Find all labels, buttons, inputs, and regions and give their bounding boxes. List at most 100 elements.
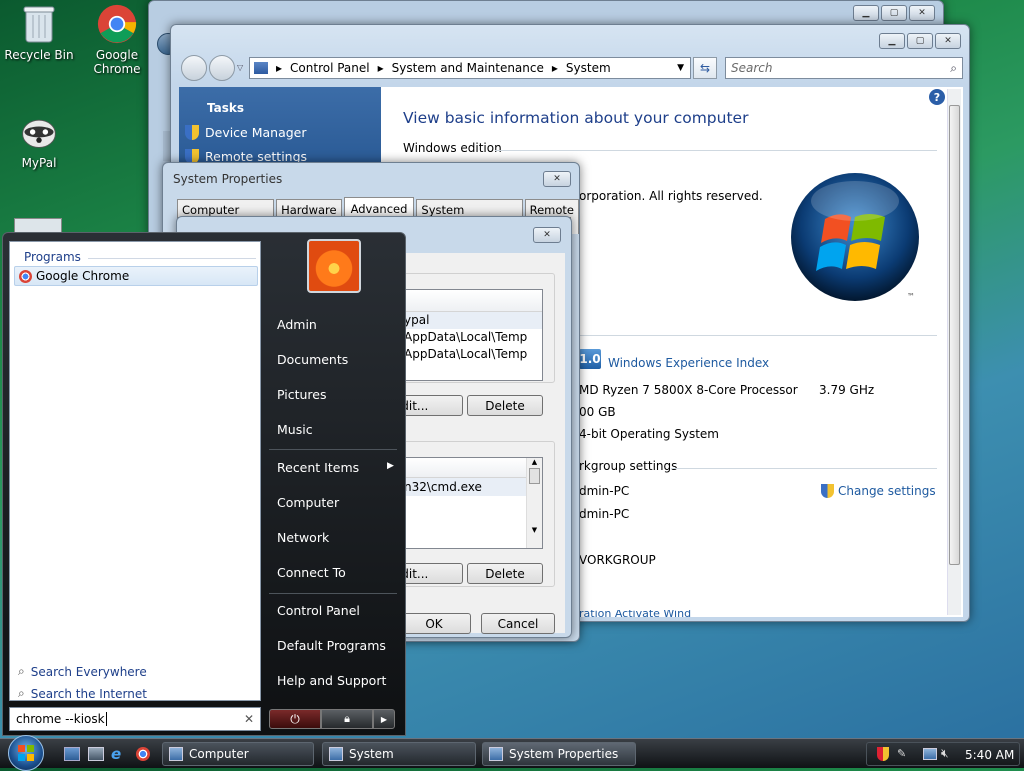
- program-label: Google Chrome: [36, 269, 130, 283]
- search-input[interactable]: Search ⌕: [725, 57, 963, 79]
- show-desktop-icon[interactable]: [64, 747, 80, 761]
- taskbar-button-computer[interactable]: Computer: [162, 742, 314, 766]
- text-cursor: [105, 712, 107, 726]
- desktop-icon-mypal[interactable]: MyPal: [4, 112, 74, 170]
- breadcrumb-separator: ▸: [377, 61, 384, 75]
- start-item-recent-items[interactable]: Recent Items: [277, 460, 359, 475]
- switch-windows-icon[interactable]: [88, 747, 104, 761]
- search-everywhere-link[interactable]: ⌕ Search Everywhere: [18, 664, 147, 679]
- close-button[interactable]: ✕: [935, 33, 961, 49]
- taskbar-button-system-properties[interactable]: System Properties: [482, 742, 636, 766]
- user-picture[interactable]: [307, 239, 361, 293]
- network-icon[interactable]: [923, 748, 937, 760]
- workgroup-value: VORKGROUP: [579, 553, 656, 567]
- start-item-help-support[interactable]: Help and Support: [277, 673, 386, 688]
- start-item-default-programs[interactable]: Default Programs: [277, 638, 386, 653]
- copyright-text: orporation. All rights reserved.: [579, 189, 763, 203]
- breadcrumb-control-panel[interactable]: Control Panel: [290, 61, 370, 75]
- taskbar-button-system[interactable]: System: [322, 742, 476, 766]
- minimize-button[interactable]: ▁: [853, 5, 879, 21]
- address-bar[interactable]: ▸ Control Panel ▸ System and Maintenance…: [249, 57, 691, 79]
- system-delete-button[interactable]: Delete: [467, 563, 543, 584]
- forward-button[interactable]: [209, 55, 235, 81]
- computer-name-value: dmin-PC: [579, 484, 630, 498]
- wei-link[interactable]: Windows Experience Index: [608, 356, 769, 370]
- internet-explorer-icon[interactable]: e: [111, 745, 121, 763]
- system-properties-icon: [489, 747, 503, 761]
- program-item-google-chrome[interactable]: Google Chrome: [14, 266, 258, 286]
- start-search-input[interactable]: chrome --kiosk ✕: [9, 707, 261, 731]
- clock[interactable]: 5:40 AM: [965, 748, 1014, 762]
- search-placeholder: Search: [731, 61, 773, 75]
- content-scrollbar[interactable]: [947, 89, 961, 615]
- ok-button[interactable]: OK: [397, 613, 471, 634]
- control-panel-icon: [254, 62, 268, 74]
- start-item-connect-to[interactable]: Connect To: [277, 565, 346, 580]
- desktop-icon-google-chrome[interactable]: Google Chrome: [82, 4, 152, 76]
- breadcrumb-system-maintenance[interactable]: System and Maintenance: [392, 61, 544, 75]
- user-delete-button[interactable]: Delete: [467, 395, 543, 416]
- desktop-icon-label: Recycle Bin: [4, 48, 74, 62]
- taskbar: e Computer System System Properties ✎ 🔇︎…: [0, 735, 1024, 771]
- close-button[interactable]: ✕: [909, 5, 935, 21]
- computer-window-caption-buttons: ▁ ▢ ✕: [853, 5, 935, 21]
- workgroup-section: rkgroup settings: [579, 459, 678, 473]
- start-item-admin[interactable]: Admin: [277, 317, 317, 332]
- scroll-up-icon[interactable]: ▲: [527, 458, 542, 466]
- taskbar-button-label: System Properties: [509, 747, 619, 761]
- full-name-value: dmin-PC: [579, 507, 630, 521]
- task-device-manager[interactable]: Device Manager: [185, 125, 307, 140]
- section-rule: [495, 150, 937, 151]
- search-icon[interactable]: ⌕: [950, 61, 957, 76]
- cancel-button[interactable]: Cancel: [481, 613, 555, 634]
- lock-button[interactable]: 🔒︎: [321, 709, 373, 729]
- help-icon[interactable]: ?: [929, 89, 945, 105]
- minimize-button[interactable]: ▁: [879, 33, 905, 49]
- close-button[interactable]: ✕: [543, 171, 571, 187]
- start-item-computer[interactable]: Computer: [277, 495, 339, 510]
- scroll-down-icon[interactable]: ▼: [527, 526, 542, 534]
- scrollbar-thumb[interactable]: [949, 105, 960, 565]
- start-item-control-panel[interactable]: Control Panel: [277, 603, 360, 618]
- back-button[interactable]: [181, 55, 207, 81]
- search-internet-link[interactable]: ⌕ Search the Internet: [18, 686, 147, 701]
- maximize-button[interactable]: ▢: [907, 33, 933, 49]
- system-tray: ✎ 🔇︎ 5:40 AM: [866, 742, 1020, 766]
- shutdown-options-button[interactable]: ▶: [373, 709, 395, 729]
- taskbar-button-label: System: [349, 747, 394, 761]
- breadcrumb-system[interactable]: System: [566, 61, 611, 75]
- submenu-arrow-icon: ▶: [387, 461, 394, 471]
- refresh-button[interactable]: ⇆: [693, 57, 717, 79]
- change-settings-link[interactable]: Change settings: [821, 484, 936, 498]
- address-dropdown-icon[interactable]: ▼: [677, 63, 684, 73]
- task-pane: Tasks Device Manager Remote settings: [179, 87, 381, 167]
- desktop-icon-recycle-bin[interactable]: Recycle Bin: [4, 4, 74, 62]
- maximize-button[interactable]: ▢: [881, 5, 907, 21]
- nav-dropdown-icon[interactable]: ▽: [237, 63, 243, 72]
- start-menu: Programs Google Chrome ⌕ Search Everywhe…: [2, 232, 406, 736]
- start-item-documents[interactable]: Documents: [277, 352, 348, 367]
- power-button[interactable]: ⏻: [269, 709, 321, 729]
- start-item-network[interactable]: Network: [277, 530, 329, 545]
- search-icon: ⌕: [18, 686, 25, 700]
- start-item-pictures[interactable]: Pictures: [277, 387, 327, 402]
- close-button[interactable]: ✕: [533, 227, 561, 243]
- start-orb-button[interactable]: [8, 735, 44, 771]
- chrome-icon: [19, 269, 32, 283]
- volume-muted-icon[interactable]: 🔇︎: [941, 746, 949, 761]
- computer-icon: [169, 747, 183, 761]
- chrome-quicklaunch-icon[interactable]: [136, 747, 150, 761]
- security-shield-icon[interactable]: [877, 747, 889, 761]
- list-scrollbar[interactable]: ▲ ▼: [526, 458, 542, 548]
- tray-tools-icon[interactable]: ✎: [897, 747, 906, 760]
- breadcrumb-separator: ▸: [276, 61, 283, 75]
- search-icon: ⌕: [18, 664, 25, 678]
- separator: [269, 449, 397, 450]
- start-item-music[interactable]: Music: [277, 422, 313, 437]
- clear-search-icon[interactable]: ✕: [244, 712, 254, 726]
- programs-pane: Programs Google Chrome ⌕ Search Everywhe…: [9, 241, 261, 701]
- scrollbar-thumb[interactable]: [529, 468, 540, 484]
- header-rule: [88, 258, 256, 259]
- section-rule: [671, 468, 937, 469]
- breadcrumb-separator: ▸: [551, 61, 558, 75]
